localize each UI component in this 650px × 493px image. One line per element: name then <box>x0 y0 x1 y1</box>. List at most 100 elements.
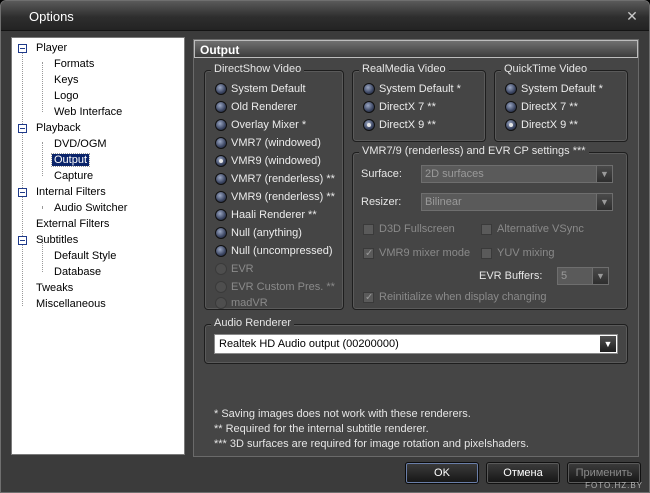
tree-item-player[interactable]: Player <box>34 40 69 56</box>
surface-label: Surface: <box>361 168 402 180</box>
radio-ds-system-default[interactable]: System Default <box>215 81 306 97</box>
tree-line <box>42 62 43 112</box>
d3d-fullscreen-checkbox: D3D Fullscreen <box>363 221 455 237</box>
tree-item-logo[interactable]: Logo <box>52 88 80 104</box>
watermark: FOTO.HZ.BY <box>585 481 643 490</box>
radio-icon <box>215 83 227 95</box>
tree-line <box>22 52 23 306</box>
surface-select: 2D surfaces ▼ <box>421 165 613 183</box>
radio-icon <box>215 155 227 167</box>
radio-rm-system-default[interactable]: System Default * <box>363 81 461 97</box>
close-icon[interactable]: ✕ <box>623 7 641 25</box>
radio-icon <box>215 119 227 131</box>
tree-item-subtitles[interactable]: Subtitles <box>34 232 80 248</box>
window-title: Options <box>29 9 74 24</box>
radio-icon <box>215 101 227 113</box>
radio-qt-system-default[interactable]: System Default * <box>505 81 603 97</box>
directshow-video-group: DirectShow Video System Default Old Rend… <box>204 63 344 311</box>
radio-icon <box>505 101 517 113</box>
tree-item-miscellaneous[interactable]: Miscellaneous <box>34 296 108 312</box>
checkbox-icon <box>481 248 492 259</box>
yuv-mixing-checkbox: YUV mixing <box>481 245 554 261</box>
tree-item-internal-filters[interactable]: Internal Filters <box>34 184 108 200</box>
resizer-label: Resizer: <box>361 196 402 208</box>
vmr-settings-group: VMR7/9 (renderless) and EVR CP settings … <box>352 145 628 310</box>
radio-icon <box>363 83 375 95</box>
checkbox-icon <box>481 224 492 235</box>
options-window: Options ✕ Player Formats Keys Logo Web I… <box>0 0 650 493</box>
collapse-icon[interactable] <box>18 188 27 197</box>
evr-buffers-label: EVR Buffers: <box>479 270 543 282</box>
checkbox-icon <box>363 246 374 262</box>
radio-icon <box>215 191 227 203</box>
tree-item-web-interface[interactable]: Web Interface <box>52 104 124 120</box>
audio-renderer-title: Audio Renderer <box>211 317 295 329</box>
tree-item-dvd-ogm[interactable]: DVD/OGM <box>52 136 109 152</box>
radio-icon <box>505 119 517 131</box>
radio-icon <box>215 137 227 149</box>
chevron-down-icon: ▼ <box>596 166 612 182</box>
radio-ds-vmr7-windowed[interactable]: VMR7 (windowed) <box>215 135 321 151</box>
radio-ds-null-anything[interactable]: Null (anything) <box>215 225 302 241</box>
radio-ds-haali[interactable]: Haali Renderer ** <box>215 207 317 223</box>
radio-qt-directx9[interactable]: DirectX 9 ** <box>505 117 578 133</box>
cancel-button[interactable]: Отмена <box>486 462 560 484</box>
tree-item-capture[interactable]: Capture <box>52 168 95 184</box>
tree-item-tweaks[interactable]: Tweaks <box>34 280 75 296</box>
radio-icon <box>215 245 227 257</box>
footnote-1: * Saving images does not work with these… <box>214 408 471 420</box>
options-tree[interactable]: Player Formats Keys Logo Web Interface P… <box>11 37 185 455</box>
evr-buffers-select: 5 ▼ <box>557 267 609 285</box>
realmedia-video-group: RealMedia Video System Default * DirectX… <box>352 63 486 142</box>
radio-ds-old-renderer[interactable]: Old Renderer <box>215 99 297 115</box>
tree-item-database[interactable]: Database <box>52 264 103 280</box>
tree-item-playback[interactable]: Playback <box>34 120 83 136</box>
tree-line <box>42 142 43 176</box>
output-panel: Output DirectShow Video System Default O… <box>193 39 639 457</box>
quicktime-video-group: QuickTime Video System Default * DirectX… <box>494 63 628 142</box>
radio-ds-vmr9-renderless[interactable]: VMR9 (renderless) ** <box>215 189 335 205</box>
footnote-3: *** 3D surfaces are required for image r… <box>214 438 529 450</box>
resizer-select: Bilinear ▼ <box>421 193 613 211</box>
radio-ds-evr-custom: EVR Custom Pres. ** <box>215 279 335 295</box>
radio-icon <box>505 83 517 95</box>
quicktime-title: QuickTime Video <box>501 63 591 75</box>
tree-item-output[interactable]: Output <box>50 152 91 168</box>
radio-ds-vmr7-renderless[interactable]: VMR7 (renderless) ** <box>215 171 335 187</box>
title-bar[interactable]: Options ✕ <box>1 1 649 31</box>
vmr-settings-title: VMR7/9 (renderless) and EVR CP settings … <box>359 145 589 157</box>
radio-icon <box>215 227 227 239</box>
footnote-2: ** Required for the internal subtitle re… <box>214 423 429 435</box>
radio-ds-madvr: madVR <box>215 295 268 311</box>
panel-header-title: Output <box>200 43 240 57</box>
collapse-icon[interactable] <box>18 124 27 133</box>
radio-icon <box>363 119 375 131</box>
tree-line <box>42 206 43 208</box>
radio-icon <box>363 101 375 113</box>
checkbox-icon <box>363 290 374 306</box>
radio-icon <box>215 281 227 293</box>
tree-item-formats[interactable]: Formats <box>52 56 96 72</box>
radio-qt-directx7[interactable]: DirectX 7 ** <box>505 99 578 115</box>
tree-item-keys[interactable]: Keys <box>52 72 80 88</box>
collapse-icon[interactable] <box>18 44 27 53</box>
collapse-icon[interactable] <box>18 236 27 245</box>
audio-renderer-select[interactable]: Realtek HD Audio output (00200000) ▼ <box>214 334 618 354</box>
radio-icon <box>215 263 227 275</box>
radio-ds-null-uncompressed[interactable]: Null (uncompressed) <box>215 243 332 259</box>
tree-item-audio-switcher[interactable]: Audio Switcher <box>52 200 129 216</box>
radio-rm-directx9[interactable]: DirectX 9 ** <box>363 117 436 133</box>
reinit-checkbox: Reinitialize when display changing <box>363 289 547 306</box>
tree-item-default-style[interactable]: Default Style <box>52 248 118 264</box>
tree-item-external-filters[interactable]: External Filters <box>34 216 111 232</box>
radio-ds-overlay-mixer[interactable]: Overlay Mixer * <box>215 117 306 133</box>
radio-icon <box>215 297 227 309</box>
vmr9-mixer-checkbox: VMR9 mixer mode <box>363 245 470 262</box>
ok-button[interactable]: OK <box>405 462 479 484</box>
chevron-down-icon[interactable]: ▼ <box>600 336 616 352</box>
directshow-title: DirectShow Video <box>211 63 305 75</box>
radio-rm-directx7[interactable]: DirectX 7 ** <box>363 99 436 115</box>
radio-ds-vmr9-windowed[interactable]: VMR9 (windowed) <box>215 153 321 169</box>
chevron-down-icon: ▼ <box>592 268 608 284</box>
radio-ds-evr: EVR <box>215 261 254 277</box>
